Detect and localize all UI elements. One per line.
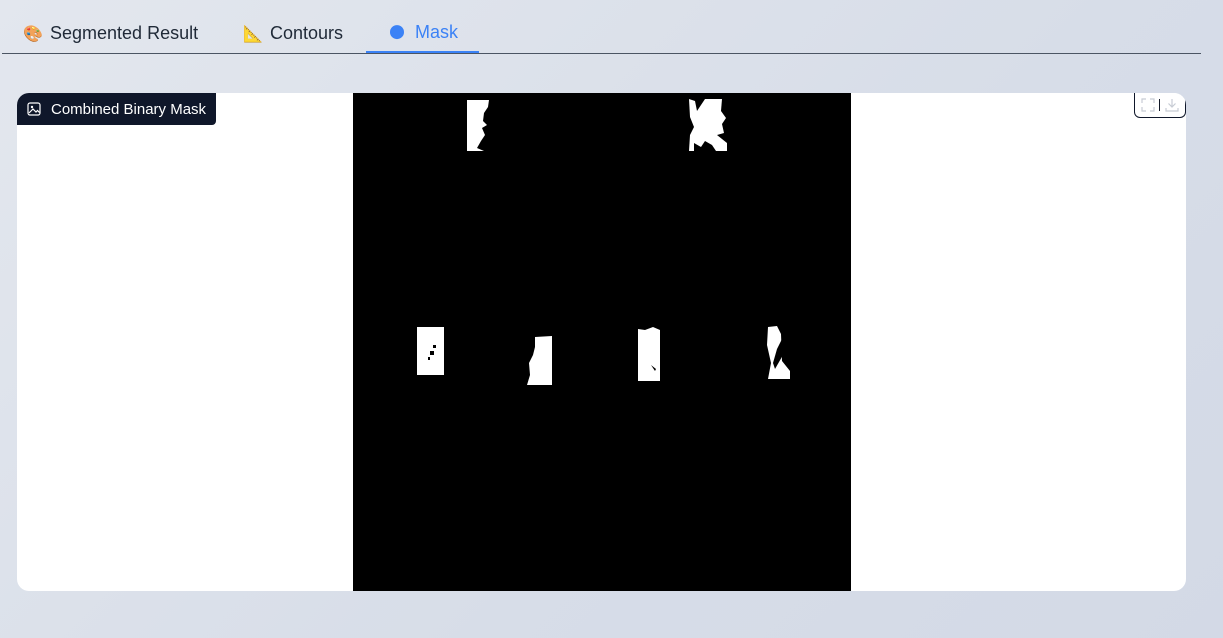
mask-blob bbox=[638, 327, 660, 381]
image-icon bbox=[27, 102, 41, 116]
palette-icon: 🎨 bbox=[23, 25, 43, 43]
mask-drawing bbox=[353, 93, 851, 591]
tab-mask[interactable]: 🌑 Mask bbox=[366, 14, 479, 53]
tab-bar: 🎨 Segmented Result 📐 Contours 🌑 Mask bbox=[2, 14, 1201, 54]
tab-segmented-result[interactable]: 🎨 Segmented Result bbox=[23, 14, 208, 53]
download-icon[interactable] bbox=[1163, 96, 1181, 114]
image-label-text: Combined Binary Mask bbox=[51, 100, 207, 118]
fullscreen-icon[interactable] bbox=[1139, 96, 1157, 114]
tab-label: Contours bbox=[270, 23, 344, 43]
triangle-ruler-icon: 📐 bbox=[243, 25, 263, 43]
black-circle-icon: 🌑 bbox=[388, 24, 406, 42]
tab-label: Mask bbox=[415, 22, 459, 42]
tab-label: Segmented Result bbox=[50, 23, 199, 43]
image-panel: Combined Binary Mask bbox=[17, 93, 1186, 591]
image-label: Combined Binary Mask bbox=[17, 93, 217, 125]
toolbar-divider bbox=[1159, 99, 1161, 111]
image-toolbar bbox=[1134, 93, 1186, 118]
tab-contours[interactable]: 📐 Contours bbox=[243, 14, 353, 53]
binary-mask-image bbox=[353, 93, 851, 591]
